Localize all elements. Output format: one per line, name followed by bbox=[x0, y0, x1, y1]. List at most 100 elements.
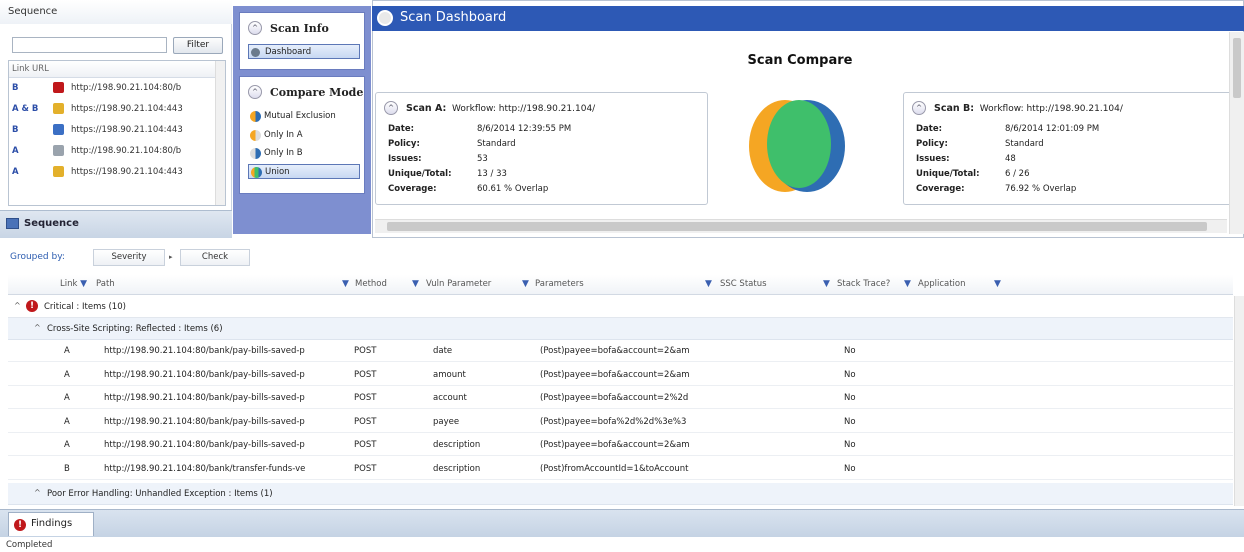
col-url[interactable]: URL bbox=[32, 64, 49, 74]
dashboard-vertical-scrollbar[interactable] bbox=[1229, 32, 1244, 234]
cell-vuln-parameter: date bbox=[433, 346, 453, 356]
sequence-scrollbar[interactable] bbox=[215, 61, 225, 205]
union-icon bbox=[251, 167, 262, 178]
scan-compare-title: Scan Compare bbox=[747, 53, 853, 68]
cell-stack-trace: No bbox=[844, 416, 856, 427]
table-row[interactable]: Ahttp://198.90.21.104:80/bank/pay-bills-… bbox=[8, 363, 1233, 386]
scan-b-issues: 48 bbox=[1005, 154, 1016, 164]
compare-mode-panel: ^ Compare Mode Mutual Exclusion Only In … bbox=[239, 76, 365, 194]
filter-icon[interactable]: ▼ bbox=[342, 279, 349, 289]
sequence-row[interactable]: Ahttps://198.90.21.104:443 bbox=[9, 162, 225, 183]
scan-a-unique: 13 / 33 bbox=[477, 169, 507, 179]
dashboard-horizontal-scrollbar[interactable] bbox=[375, 219, 1227, 233]
findings-error-icon: ! bbox=[14, 519, 26, 531]
col-header-path[interactable]: Path bbox=[96, 279, 115, 289]
cell-method: POST bbox=[354, 346, 377, 356]
collapse-icon[interactable]: ^ bbox=[34, 323, 41, 332]
mode-label: Union bbox=[265, 167, 290, 177]
scan-a-coverage: 60.61 % Overlap bbox=[477, 184, 549, 194]
col-header-method[interactable]: Method bbox=[355, 279, 387, 289]
dashboard-icon bbox=[251, 48, 260, 57]
sequence-row-link: B bbox=[12, 83, 19, 93]
sequence-row[interactable]: Ahttp://198.90.21.104:80/b bbox=[9, 141, 225, 162]
mode-only-in-a[interactable]: Only In A bbox=[248, 128, 360, 143]
mode-label: Only In A bbox=[264, 130, 303, 140]
scan-b-header: Scan B: Workflow: http://198.90.21.104/ bbox=[934, 103, 1123, 114]
sequence-row[interactable]: Bhttps://198.90.21.104:443 bbox=[9, 120, 225, 141]
subgroup-xss[interactable]: ^ Cross-Site Scripting: Reflected : Item… bbox=[8, 318, 1233, 340]
sequence-row-url: http://198.90.21.104:80/b bbox=[71, 83, 182, 93]
scan-b-unique-label: Unique/Total: bbox=[916, 169, 980, 179]
table-row[interactable]: Bhttp://198.90.21.104:80/bank/transfer-f… bbox=[8, 457, 1233, 480]
findings-tab[interactable]: ! Findings bbox=[8, 512, 94, 536]
col-header-vuln-parameter[interactable]: Vuln Parameter bbox=[426, 279, 491, 289]
sequence-table: Link URL Bhttp://198.90.21.104:80/b A & B… bbox=[8, 60, 226, 206]
scan-b-date-label: Date: bbox=[916, 124, 943, 134]
cell-link: A bbox=[64, 416, 70, 427]
status-bar-text: Completed bbox=[6, 540, 53, 550]
cell-vuln-parameter: description bbox=[433, 440, 481, 450]
col-header-stack-trace[interactable]: Stack Trace? bbox=[837, 279, 890, 289]
group-by-bar: Grouped by: Severity Check ▸ bbox=[8, 246, 1244, 268]
table-row[interactable]: Ahttp://198.90.21.104:80/bank/pay-bills-… bbox=[8, 434, 1233, 456]
table-row[interactable]: Ahttp://198.90.21.104:80/bank/pay-bills-… bbox=[8, 387, 1233, 409]
filter-icon[interactable]: ▼ bbox=[522, 279, 529, 289]
table-row[interactable]: Ahttp://198.90.21.104:80/bank/pay-bills-… bbox=[8, 340, 1233, 362]
page-icon bbox=[53, 124, 64, 135]
cell-parameters: (Post)payee=bofa&account=2%2d bbox=[540, 393, 689, 403]
scan-a-date-label: Date: bbox=[388, 124, 415, 134]
cell-parameters: (Post)payee=bofa&account=2&am bbox=[540, 440, 690, 450]
mode-union[interactable]: Union bbox=[248, 164, 360, 179]
scan-a-issues: 53 bbox=[477, 154, 488, 164]
findings-grid-header: Link ▼ Path ▼ Method ▼ Vuln Parameter ▼ … bbox=[8, 275, 1233, 295]
dashboard-nav-item[interactable]: Dashboard bbox=[248, 44, 360, 59]
grid-scrollbar[interactable] bbox=[1234, 296, 1244, 506]
scroll-thumb[interactable] bbox=[1233, 38, 1241, 98]
cell-parameters: (Post)fromAccountId=1&toAccount bbox=[540, 463, 689, 474]
group-critical[interactable]: ^ ! Critical : Items (10) bbox=[8, 296, 1233, 318]
filter-icon[interactable]: ▼ bbox=[904, 279, 911, 289]
group-chip-check[interactable]: Check bbox=[180, 249, 250, 266]
cell-link: B bbox=[64, 463, 70, 474]
filter-icon[interactable]: ▼ bbox=[412, 279, 419, 289]
filter-icon[interactable]: ▼ bbox=[705, 279, 712, 289]
sequence-row[interactable]: A & B https://198.90.21.104:443 bbox=[9, 99, 225, 120]
collapse-scan-info-button[interactable]: ^ bbox=[248, 21, 262, 35]
col-header-parameters[interactable]: Parameters bbox=[535, 279, 584, 289]
col-link[interactable]: Link bbox=[12, 64, 29, 74]
cell-stack-trace: No bbox=[844, 346, 856, 356]
collapse-icon[interactable]: ^ bbox=[34, 488, 41, 497]
collapse-compare-mode-button[interactable]: ^ bbox=[248, 85, 262, 99]
scroll-thumb[interactable] bbox=[387, 222, 1207, 231]
filter-icon[interactable]: ▼ bbox=[994, 279, 1001, 289]
group-chip-severity[interactable]: Severity bbox=[93, 249, 165, 266]
sequence-filter-input[interactable] bbox=[12, 37, 167, 53]
subgroup-xss-label: Cross-Site Scripting: Reflected : Items … bbox=[47, 324, 223, 334]
cell-path: http://198.90.21.104:80/bank/pay-bills-s… bbox=[104, 346, 305, 356]
col-label: Link bbox=[60, 279, 78, 289]
mode-only-in-b[interactable]: Only In B bbox=[248, 146, 360, 161]
sequence-tab[interactable]: Sequence bbox=[0, 210, 232, 238]
collapse-scan-a-button[interactable]: ^ bbox=[384, 101, 398, 115]
col-header-ssc-status[interactable]: SSC Status bbox=[720, 279, 767, 289]
mode-mutual-exclusion[interactable]: Mutual Exclusion bbox=[248, 109, 360, 124]
filter-icon[interactable]: ▼ bbox=[80, 279, 87, 289]
table-row[interactable]: Ahttp://198.90.21.104:80/bank/pay-bills-… bbox=[8, 410, 1233, 433]
cell-parameters: (Post)payee=bofa&account=2&am bbox=[540, 346, 690, 356]
sequence-row[interactable]: Bhttp://198.90.21.104:80/b bbox=[9, 78, 225, 99]
cell-method: POST bbox=[354, 440, 377, 450]
col-header-application[interactable]: Application bbox=[918, 279, 966, 289]
sequence-row-link: B bbox=[12, 125, 19, 135]
collapse-scan-b-button[interactable]: ^ bbox=[912, 101, 926, 115]
folder-page-icon bbox=[53, 103, 64, 114]
filter-icon[interactable]: ▼ bbox=[823, 279, 830, 289]
cell-path: http://198.90.21.104:80/bank/pay-bills-s… bbox=[104, 440, 305, 450]
scan-a-unique-label: Unique/Total: bbox=[388, 169, 452, 179]
col-header-link[interactable]: Link ▼ bbox=[60, 279, 87, 289]
collapse-icon[interactable]: ^ bbox=[14, 301, 21, 310]
cell-method: POST bbox=[354, 463, 377, 474]
page-icon bbox=[53, 145, 64, 156]
cell-path: http://198.90.21.104:80/bank/pay-bills-s… bbox=[104, 393, 305, 403]
filter-button[interactable]: Filter bbox=[173, 37, 223, 54]
subgroup-error-handling[interactable]: ^ Poor Error Handling: Unhandled Excepti… bbox=[8, 483, 1233, 505]
